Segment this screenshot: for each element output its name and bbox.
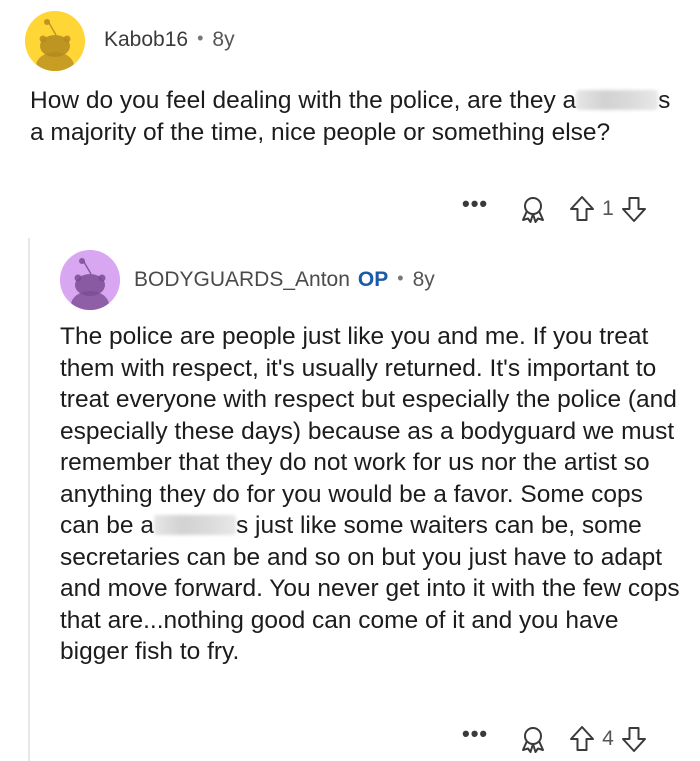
op-badge: OP: [357, 268, 389, 291]
more-options-icon[interactable]: •••: [462, 193, 502, 215]
comment-age: 8y: [412, 268, 435, 291]
meta-separator: •: [197, 28, 204, 48]
snoo-avatar-icon: [25, 11, 85, 71]
downvote-arrow-icon[interactable]: [620, 194, 648, 224]
comment-actions: ••• 1: [462, 193, 648, 225]
award-icon[interactable]: [518, 194, 548, 224]
avatar[interactable]: [60, 250, 120, 310]
upvote-arrow-icon[interactable]: [568, 194, 596, 224]
avatar[interactable]: [25, 11, 85, 71]
thread-line[interactable]: [28, 238, 30, 761]
redacted-word: [576, 90, 659, 110]
comment-meta: BODYGUARDS_Anton OP • 8y: [134, 268, 435, 292]
comment-actions: ••• 4: [462, 723, 648, 755]
vote-score: 1: [602, 197, 614, 220]
comment-age: 8y: [212, 28, 235, 51]
comment-text-part: How do you feel dealing with the police,…: [30, 87, 577, 114]
comment-body: How do you feel dealing with the police,…: [30, 85, 680, 148]
comment-body: The police are people just like you and …: [60, 321, 685, 668]
meta-separator: •: [397, 268, 404, 288]
snoo-avatar-icon: [60, 250, 120, 310]
upvote-arrow-icon[interactable]: [568, 724, 596, 754]
downvote-arrow-icon[interactable]: [620, 724, 648, 754]
redacted-word: [154, 515, 236, 535]
vote-score: 4: [602, 727, 614, 750]
comment-meta: Kabob16 • 8y: [104, 28, 235, 52]
username-link[interactable]: Kabob16: [104, 28, 188, 51]
username-link[interactable]: BODYGUARDS_Anton: [134, 268, 350, 291]
more-options-icon[interactable]: •••: [462, 723, 502, 745]
award-icon[interactable]: [518, 724, 548, 754]
comment-text-part: The police are people just like you and …: [60, 323, 677, 539]
